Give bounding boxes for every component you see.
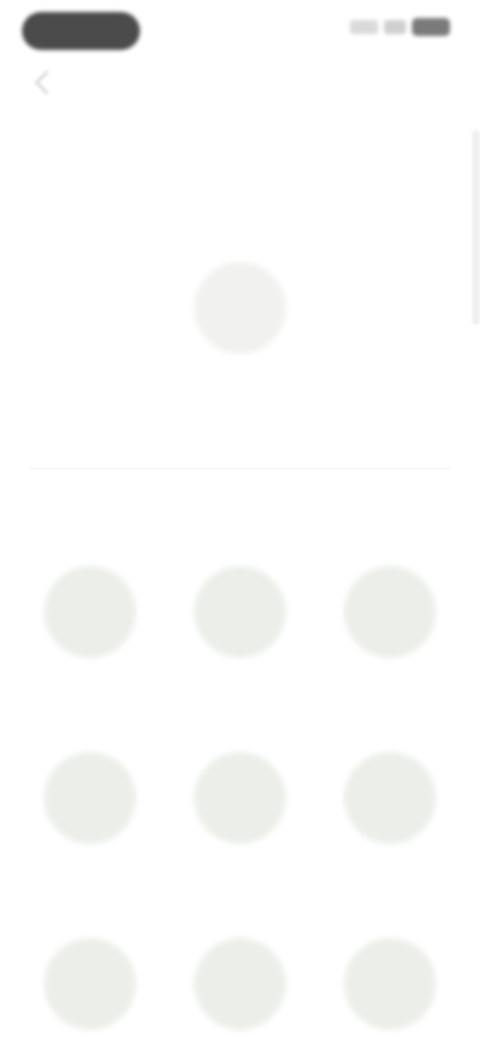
avatar[interactable] (194, 262, 286, 354)
status-icons (350, 18, 450, 36)
item-avatar (194, 752, 286, 844)
divider (30, 468, 450, 469)
header-link[interactable] (150, 134, 330, 160)
app-screen (0, 0, 480, 1040)
grid-item[interactable] (170, 566, 310, 680)
item-avatar (344, 938, 436, 1030)
scrollbar[interactable] (472, 130, 480, 325)
wifi-icon (384, 20, 406, 34)
item-avatar (44, 938, 136, 1030)
item-avatar (194, 938, 286, 1030)
grid-item[interactable] (320, 566, 460, 680)
status-bar (0, 0, 480, 64)
grid-item[interactable] (20, 752, 160, 866)
grid-item[interactable] (20, 938, 160, 1040)
status-time (22, 12, 140, 50)
grid-item[interactable] (320, 752, 460, 866)
grid-item[interactable] (20, 566, 160, 680)
back-button[interactable] (30, 68, 60, 98)
item-avatar (344, 752, 436, 844)
item-avatar (44, 752, 136, 844)
grid-item[interactable] (320, 938, 460, 1040)
item-avatar (44, 566, 136, 658)
signal-icon (350, 20, 378, 34)
battery-icon (412, 18, 450, 36)
grid-item[interactable] (170, 938, 310, 1040)
grid-item[interactable] (170, 752, 310, 866)
back-chevron-icon (34, 70, 59, 95)
item-avatar (344, 566, 436, 658)
item-avatar (194, 566, 286, 658)
